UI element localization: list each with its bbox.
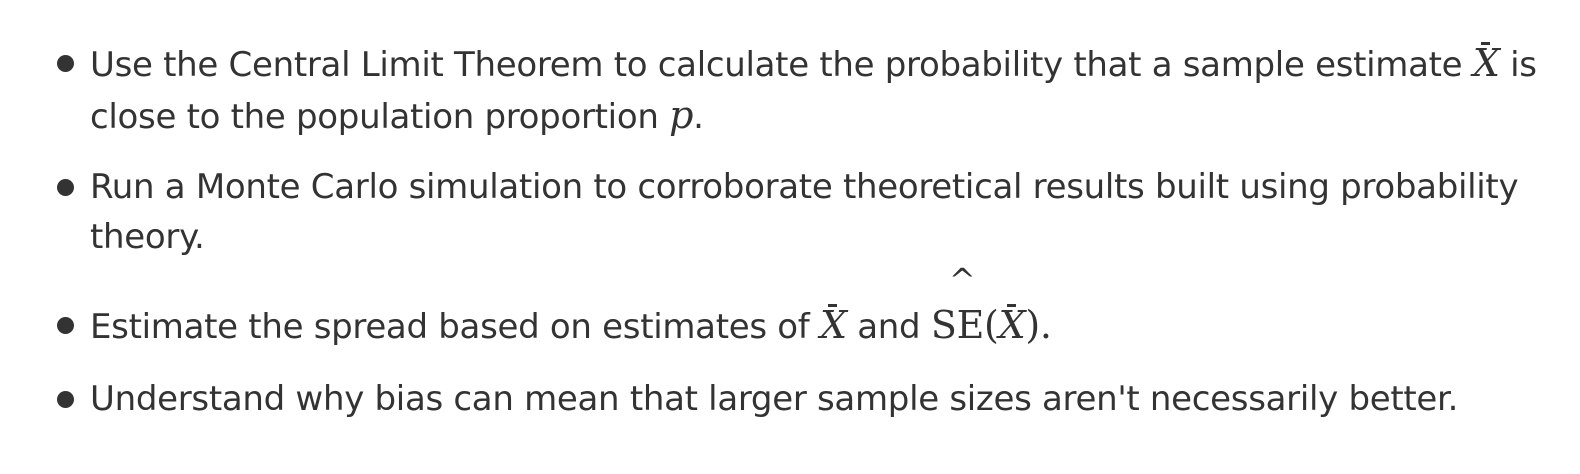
- item-text: Use the Central Limit Theorem to calcula…: [90, 45, 1463, 85]
- p-symbol: p: [669, 93, 694, 137]
- item-line: close to the population proportion p.: [90, 90, 1545, 142]
- bullet-icon: [57, 179, 74, 196]
- item-text: is: [1510, 45, 1537, 85]
- close-paren: ).: [1025, 303, 1052, 347]
- open-paren: (: [984, 303, 999, 347]
- item-text: and: [857, 307, 921, 347]
- item-line: Run a Monte Carlo simulation to corrobor…: [90, 167, 1519, 207]
- item-text: .: [693, 97, 704, 137]
- item-text: close to the population proportion: [90, 97, 659, 137]
- item-text: Estimate the spread based on estimates o…: [90, 307, 810, 347]
- bullet-icon: [57, 391, 74, 408]
- item-line: Use the Central Limit Theorem to calcula…: [90, 38, 1545, 90]
- item-line: theory.: [90, 217, 205, 257]
- x-bar-symbol: X: [820, 300, 847, 350]
- hat-symbol: ^: [948, 261, 976, 299]
- list-item: Run a Monte Carlo simulation to corrobor…: [57, 162, 1545, 262]
- bullet-icon: [57, 317, 74, 334]
- x-bar-symbol: X: [999, 300, 1026, 350]
- list-item: Use the Central Limit Theorem to calcula…: [57, 38, 1545, 142]
- standard-error-symbol: ^ SE: [930, 264, 985, 350]
- item-line: Estimate the spread based on estimates o…: [90, 264, 1545, 352]
- se-label: SE: [930, 303, 985, 347]
- item-line: Understand why bias can mean that larger…: [90, 379, 1459, 419]
- list-item: Estimate the spread based on estimates o…: [57, 264, 1545, 352]
- bullet-icon: [57, 55, 74, 72]
- x-bar-symbol: X: [1473, 38, 1500, 88]
- list-item: Understand why bias can mean that larger…: [57, 374, 1545, 424]
